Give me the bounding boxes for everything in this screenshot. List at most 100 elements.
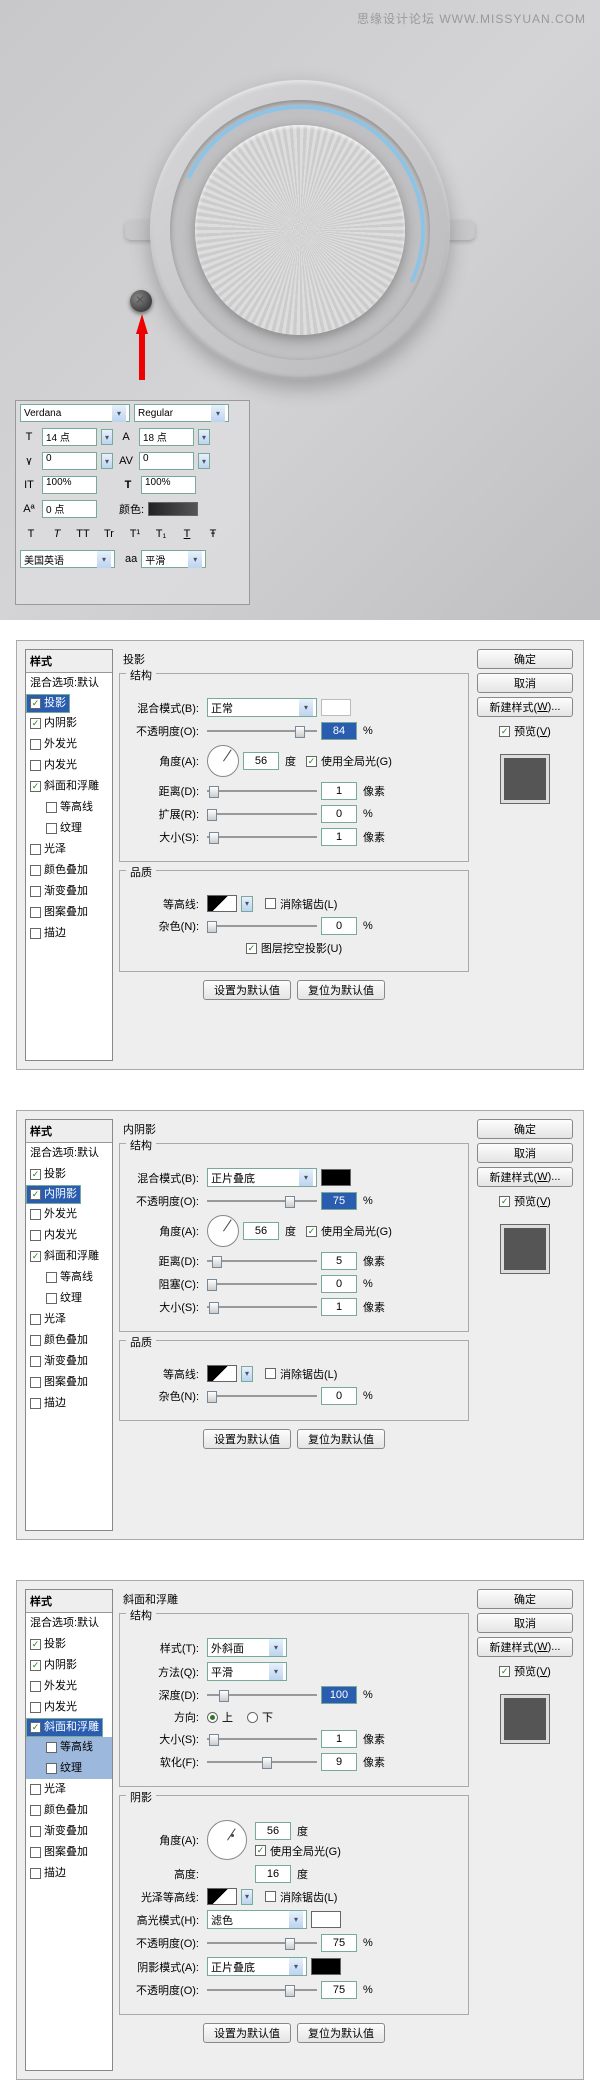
checkbox-icon[interactable] — [46, 823, 57, 834]
checkbox-icon[interactable] — [30, 844, 41, 855]
style-inner-glow[interactable]: 内发光 — [26, 1225, 112, 1246]
style-texture[interactable]: 纹理 — [26, 1288, 112, 1309]
make-default-button[interactable]: 设置为默认值 — [203, 2023, 291, 2043]
style-pattern-overlay[interactable]: 图案叠加 — [26, 1372, 112, 1393]
shadow-color-swatch[interactable] — [311, 1958, 341, 1975]
angle-dial[interactable] — [207, 1215, 239, 1247]
cancel-button[interactable]: 取消 — [477, 673, 573, 693]
size-input[interactable]: 1 — [321, 1730, 357, 1748]
cancel-button[interactable]: 取消 — [477, 1613, 573, 1633]
style-bevel-emboss[interactable]: 斜面和浮雕 — [26, 1246, 112, 1267]
highlight-mode-select[interactable]: 滤色▾ — [207, 1910, 307, 1929]
ok-button[interactable]: 确定 — [477, 649, 573, 669]
noise-slider[interactable] — [207, 922, 317, 930]
opacity-input[interactable]: 84 — [321, 722, 357, 740]
style-gradient-overlay[interactable]: 渐变叠加 — [26, 881, 112, 902]
reset-default-button[interactable]: 复位为默认值 — [297, 1429, 385, 1449]
highlight-opacity-input[interactable]: 75 — [321, 1934, 357, 1952]
shadow-opacity-slider[interactable] — [207, 1986, 317, 1994]
preview-checkbox[interactable] — [499, 1196, 510, 1207]
checkbox-icon[interactable] — [30, 1314, 41, 1325]
style-contour[interactable]: 等高线 — [26, 797, 112, 818]
reset-default-button[interactable]: 复位为默认值 — [297, 2023, 385, 2043]
global-light-checkbox[interactable] — [306, 756, 317, 767]
style-texture[interactable]: 纹理 — [26, 1758, 112, 1779]
style-satin[interactable]: 光泽 — [26, 1309, 112, 1330]
dropdown-icon[interactable]: ▾ — [241, 1889, 253, 1905]
checkbox-icon[interactable] — [46, 1742, 57, 1753]
checkbox-icon[interactable] — [30, 1398, 41, 1409]
shadow-opacity-input[interactable]: 75 — [321, 1981, 357, 1999]
choke-input[interactable]: 0 — [321, 1275, 357, 1293]
checkbox-icon[interactable] — [30, 739, 41, 750]
dropdown-icon[interactable]: ▾ — [241, 896, 253, 912]
style-outer-glow[interactable]: 外发光 — [26, 734, 112, 755]
checkbox-icon[interactable] — [30, 1702, 41, 1713]
checkbox-icon[interactable] — [30, 781, 41, 792]
checkbox-icon[interactable] — [30, 928, 41, 939]
new-style-button[interactable]: 新建样式(W)... — [477, 1167, 573, 1187]
soften-input[interactable]: 9 — [321, 1753, 357, 1771]
blend-mode-select[interactable]: 正片叠底▾ — [207, 1168, 317, 1187]
noise-slider[interactable] — [207, 1392, 317, 1400]
global-light-checkbox[interactable] — [255, 1845, 266, 1856]
new-style-button[interactable]: 新建样式(W)... — [477, 697, 573, 717]
style-color-overlay[interactable]: 颜色叠加 — [26, 1800, 112, 1821]
style-drop-shadow[interactable]: 投影 — [26, 1634, 112, 1655]
size-slider[interactable] — [207, 833, 317, 841]
style-inner-shadow[interactable]: 内阴影 — [26, 1185, 81, 1204]
style-stroke[interactable]: 描边 — [26, 923, 112, 944]
checkbox-icon[interactable] — [30, 1230, 41, 1241]
checkbox-icon[interactable] — [30, 886, 41, 897]
new-style-button[interactable]: 新建样式(W)... — [477, 1637, 573, 1657]
shadow-mode-select[interactable]: 正片叠底▾ — [207, 1957, 307, 1976]
checkbox-icon[interactable] — [30, 1356, 41, 1367]
style-inner-shadow[interactable]: 内阴影 — [26, 1655, 112, 1676]
dropdown-icon[interactable]: ▾ — [241, 1366, 253, 1382]
checkbox-icon[interactable] — [30, 1209, 41, 1220]
antialias-checkbox[interactable] — [265, 898, 276, 909]
preview-checkbox[interactable] — [499, 1666, 510, 1677]
distance-slider[interactable] — [207, 787, 317, 795]
ok-button[interactable]: 确定 — [477, 1119, 573, 1139]
opacity-slider[interactable] — [207, 1197, 317, 1205]
italic-icon[interactable]: T — [48, 525, 66, 543]
checkbox-icon[interactable] — [30, 1868, 41, 1879]
style-contour[interactable]: 等高线 — [26, 1267, 112, 1288]
vscale-input[interactable]: 100% — [42, 476, 97, 494]
leading-input[interactable]: 18 点 — [139, 428, 194, 446]
angle-input[interactable]: 56 — [243, 752, 279, 770]
style-pattern-overlay[interactable]: 图案叠加 — [26, 1842, 112, 1863]
hscale-input[interactable]: 100% — [141, 476, 196, 494]
technique-select[interactable]: 平滑▾ — [207, 1662, 287, 1681]
cancel-button[interactable]: 取消 — [477, 1143, 573, 1163]
font-family-select[interactable]: Verdana▾ — [20, 404, 130, 422]
style-blend-options[interactable]: 混合选项:默认 — [26, 1613, 112, 1634]
style-stroke[interactable]: 描边 — [26, 1393, 112, 1414]
kerning-input[interactable]: 0 — [42, 452, 97, 470]
style-gradient-overlay[interactable]: 渐变叠加 — [26, 1351, 112, 1372]
highlight-color-swatch[interactable] — [311, 1911, 341, 1928]
checkbox-icon[interactable] — [30, 1784, 41, 1795]
highlight-opacity-slider[interactable] — [207, 1939, 317, 1947]
angle-altitude-dial[interactable] — [207, 1820, 247, 1860]
contour-picker[interactable] — [207, 1365, 237, 1382]
style-color-overlay[interactable]: 颜色叠加 — [26, 860, 112, 881]
angle-dial[interactable] — [207, 745, 239, 777]
direction-down-radio[interactable] — [247, 1712, 258, 1723]
checkbox-icon[interactable] — [46, 1763, 57, 1774]
size-input[interactable]: 1 — [321, 828, 357, 846]
size-slider[interactable] — [207, 1735, 317, 1743]
shadow-color-swatch[interactable] — [321, 699, 351, 716]
checkbox-icon[interactable] — [46, 1272, 57, 1283]
tracking-input[interactable]: 0 — [139, 452, 194, 470]
style-satin[interactable]: 光泽 — [26, 1779, 112, 1800]
antialias-checkbox[interactable] — [265, 1891, 276, 1902]
checkbox-icon[interactable] — [30, 760, 41, 771]
reset-default-button[interactable]: 复位为默认值 — [297, 980, 385, 1000]
checkbox-icon[interactable] — [30, 1805, 41, 1816]
checkbox-icon[interactable] — [46, 802, 57, 813]
shadow-color-swatch[interactable] — [321, 1169, 351, 1186]
direction-up-radio[interactable] — [207, 1712, 218, 1723]
dropdown-icon[interactable]: ▾ — [101, 429, 113, 445]
